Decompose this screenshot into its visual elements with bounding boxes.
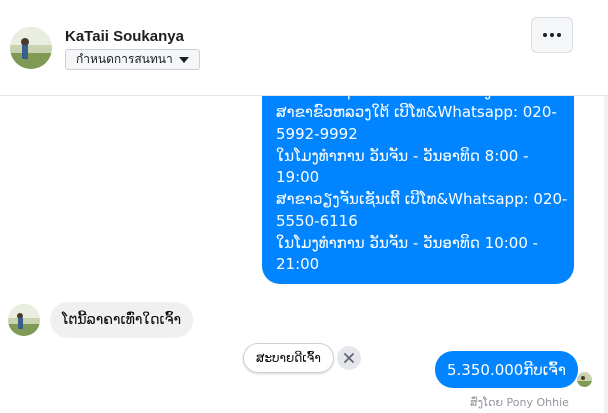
close-icon bbox=[344, 353, 354, 363]
contact-avatar[interactable] bbox=[10, 27, 52, 69]
sender-avatar[interactable] bbox=[8, 304, 40, 336]
more-options-button[interactable] bbox=[531, 17, 573, 53]
message-line: ສາຂາວຽງຈັນເຊັນເຕີ້ ເບີໂທ&Whatsapp: 020- bbox=[276, 190, 568, 209]
conversation-header: KaTaii Soukanya กำหนดการสนทนา bbox=[0, 0, 608, 96]
message-line: 21:00 bbox=[276, 255, 320, 274]
seen-by-text: ສົ່ງໂດຍ Pony Ohhie bbox=[470, 396, 569, 409]
conversation-settings-dropdown[interactable]: กำหนดการสนทนา bbox=[65, 49, 200, 70]
incoming-message-bubble: ໂຕນີ້ລາຄາເທົ່າໃດເຈົ້າ bbox=[50, 302, 194, 338]
outgoing-message-text: ໂທມາສອບຖາມລາຄາໄດ້ທີ່ເບີໂທຂອງສາຂາ ສາຂາຂົວ… bbox=[276, 81, 568, 276]
quick-reply-chip[interactable]: ສະບາຍດີເຈົ້າ bbox=[243, 343, 334, 373]
dismiss-quick-reply-button[interactable] bbox=[337, 346, 361, 370]
incoming-message-row: ໂຕນີ້ລາຄາເທົ່າໃດເຈົ້າ bbox=[8, 302, 194, 338]
contact-name: KaTaii Soukanya bbox=[65, 28, 184, 45]
message-line: ໃນໂມງທຳການ ວັນຈັນ - ວັນອາທິດ 8:00 - bbox=[276, 146, 529, 165]
caret-down-icon bbox=[178, 56, 189, 63]
message-line: 19:00 bbox=[276, 168, 320, 187]
dropdown-label: กำหนดการสนทนา bbox=[76, 52, 173, 66]
message-line: 5550-6116 bbox=[276, 211, 358, 230]
message-line: ໃນໂມງທຳການ ວັນຈັນ - ວັນອາທິດ 10:00 - bbox=[276, 233, 539, 252]
message-line: ສາຂາຂົວຫລວງໃຕ້ ເບີໂທ&Whatsapp: 020- bbox=[276, 103, 557, 122]
seen-avatar-icon bbox=[577, 372, 592, 387]
message-line: 5992-9992 bbox=[276, 125, 358, 144]
outgoing-price-bubble: 5.350.000ກີບເຈົ້າ bbox=[435, 351, 578, 388]
more-horizontal-icon bbox=[543, 33, 561, 37]
